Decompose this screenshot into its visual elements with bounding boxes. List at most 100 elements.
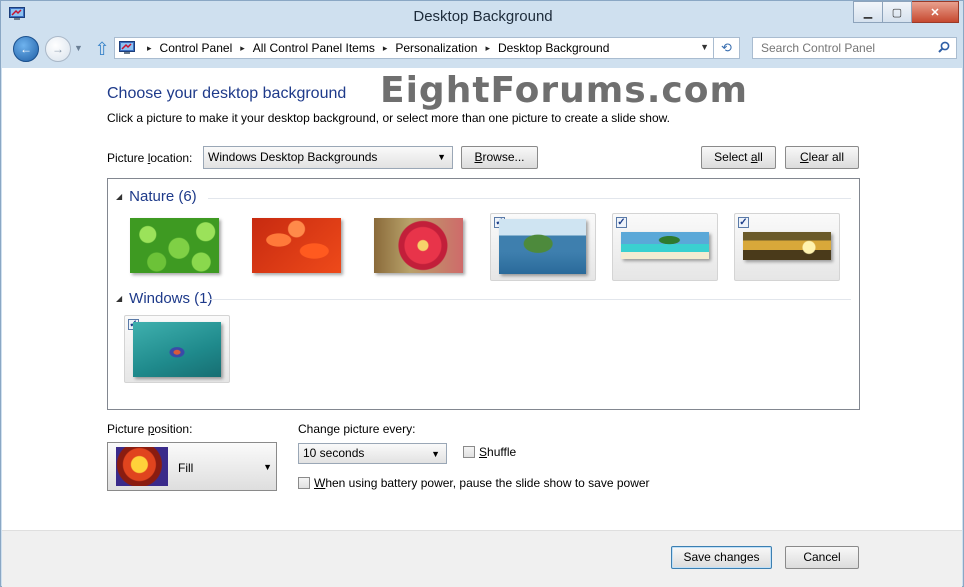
checkbox-checked-icon[interactable]: ✓: [616, 217, 627, 228]
wallpaper-thumbnail-green-island[interactable]: ✓: [490, 213, 596, 281]
shuffle-label: Shuffle: [479, 445, 516, 459]
address-bar[interactable]: ▸ Control Panel ▸ All Control Panel Item…: [114, 37, 714, 59]
label-text: Picture: [107, 151, 148, 165]
breadcrumb: ▸ Control Panel ▸ All Control Panel Item…: [139, 41, 609, 55]
close-icon: ✕: [930, 6, 940, 19]
breadcrumb-separator-icon[interactable]: ▸: [485, 43, 490, 54]
group-divider: [208, 198, 851, 199]
page-instructions: Click a picture to make it your desktop …: [107, 111, 670, 125]
chevron-down-icon: ▼: [431, 449, 440, 459]
wallpaper-thumbnail-betta-fish[interactable]: ✓: [124, 315, 230, 383]
page-title: Choose your desktop background: [107, 85, 347, 102]
group-header-windows[interactable]: ◢ Windows (1): [116, 290, 213, 307]
breadcrumb-desktop-background[interactable]: Desktop Background: [498, 41, 609, 55]
wallpaper-thumbnail-pink-flower[interactable]: [368, 213, 474, 281]
select-all-button[interactable]: Select all: [701, 146, 776, 169]
save-changes-button[interactable]: Save changes: [671, 546, 772, 569]
group-label: Nature (6): [129, 188, 197, 205]
breadcrumb-separator-icon[interactable]: ▸: [240, 43, 245, 54]
up-level-button[interactable]: ⇧: [93, 39, 111, 59]
access-key: a: [750, 150, 758, 164]
group-header-nature[interactable]: ◢ Nature (6): [116, 188, 197, 205]
wallpaper-thumbnail-golden-sunset[interactable]: ✓: [734, 213, 840, 281]
interval-value: 10 seconds: [303, 446, 365, 460]
minimize-button[interactable]: ▁: [853, 1, 883, 23]
clear-all-button[interactable]: Clear all: [785, 146, 859, 169]
search-input[interactable]: [753, 38, 941, 58]
forward-button[interactable]: →: [45, 36, 71, 62]
group-divider: [208, 299, 851, 300]
picture-position-label: Picture position:: [107, 422, 192, 436]
refresh-button[interactable]: ⟲: [714, 37, 740, 59]
content-pane: EightForums.com Choose your desktop back…: [2, 68, 962, 530]
picture-position-dropdown[interactable]: Fill ▼: [107, 442, 277, 491]
breadcrumb-personalization[interactable]: Personalization: [395, 41, 477, 55]
chevron-down-icon: ▼: [74, 43, 83, 53]
breadcrumb-all-items[interactable]: All Control Panel Items: [253, 41, 375, 55]
picture-list[interactable]: ◢ Nature (6) ✓ ✓ ✓: [107, 178, 860, 410]
breadcrumb-control-panel[interactable]: Control Panel: [160, 41, 233, 55]
battery-pause-label: When using battery power, pause the slid…: [314, 476, 650, 490]
forward-arrow-icon: →: [52, 42, 64, 56]
position-preview-image: [116, 447, 168, 486]
group-label: Windows (1): [129, 290, 213, 307]
label-text: hen using battery power, pause the slide…: [325, 476, 650, 490]
clover-image: [130, 218, 219, 273]
tropical-beach-image: [621, 232, 709, 259]
back-button[interactable]: ←: [13, 36, 39, 62]
maximize-button[interactable]: ▢: [883, 1, 912, 23]
label-text: e picture every:: [333, 422, 416, 436]
red-leaves-image: [252, 218, 341, 273]
chevron-down-icon: ▼: [437, 152, 446, 162]
battery-option[interactable]: When using battery power, pause the slid…: [298, 476, 650, 490]
wallpaper-thumbnail-tropical-beach[interactable]: ✓: [612, 213, 718, 281]
access-key: S: [479, 445, 488, 459]
address-dropdown-icon[interactable]: ▼: [700, 42, 709, 52]
maximize-icon: ▢: [891, 6, 903, 19]
picture-position-value: Fill: [178, 461, 194, 475]
checkbox-checked-icon[interactable]: ✓: [738, 217, 749, 228]
picture-location-label: Picture location:: [107, 151, 192, 165]
control-panel-icon: [119, 41, 135, 54]
chevron-down-icon: ▼: [263, 462, 272, 472]
collapse-triangle-icon[interactable]: ◢: [116, 294, 122, 303]
shuffle-option[interactable]: Shuffle: [463, 445, 516, 459]
label-text: huffle: [487, 445, 517, 459]
breadcrumb-separator-icon[interactable]: ▸: [383, 43, 388, 54]
label-text: Picture: [107, 422, 148, 436]
picture-location-dropdown[interactable]: Windows Desktop Backgrounds ▼: [203, 146, 453, 169]
battery-pause-checkbox[interactable]: [298, 477, 310, 489]
minimize-icon: ▁: [863, 6, 873, 19]
breadcrumb-separator-icon[interactable]: ▸: [147, 43, 152, 54]
recent-pages-dropdown[interactable]: ▼: [74, 43, 83, 53]
up-arrow-icon: ⇧: [94, 39, 110, 59]
access-key: B: [474, 150, 483, 164]
wallpaper-thumbnail-clover[interactable]: [124, 213, 230, 281]
shuffle-checkbox[interactable]: [463, 446, 475, 458]
browse-button[interactable]: Browse...: [461, 146, 538, 169]
golden-sunset-image: [743, 232, 831, 260]
change-picture-interval-dropdown[interactable]: 10 seconds ▼: [298, 443, 447, 464]
green-island-image: [499, 219, 586, 274]
label-text: Select: [714, 150, 751, 164]
label-text: rowse...: [482, 150, 525, 164]
window-title: Desktop Background: [413, 8, 553, 25]
change-picture-label: Change picture every:: [298, 422, 415, 436]
pink-flower-image: [374, 218, 463, 273]
label-text: Chan: [298, 422, 327, 436]
label-text: lear all: [808, 150, 845, 164]
access-key: W: [314, 476, 326, 490]
desktop-background-window: Desktop Background ▁ ▢ ✕ ← → ▼ ⇧ ▸ Contr…: [0, 0, 964, 587]
label-text: ll: [757, 150, 763, 164]
caption-buttons: ▁ ▢ ✕: [853, 1, 959, 23]
collapse-triangle-icon[interactable]: ◢: [116, 192, 122, 201]
close-button[interactable]: ✕: [912, 1, 959, 23]
wallpaper-thumbnail-red-leaves[interactable]: [246, 213, 352, 281]
search-box[interactable]: [752, 37, 957, 59]
dialog-footer: Save changes Cancel: [2, 530, 962, 587]
cancel-button[interactable]: Cancel: [785, 546, 859, 569]
watermark: EightForums.com: [380, 70, 748, 111]
access-key: C: [799, 150, 809, 164]
picture-location-value: Windows Desktop Backgrounds: [208, 150, 378, 164]
search-icon[interactable]: [938, 41, 950, 53]
